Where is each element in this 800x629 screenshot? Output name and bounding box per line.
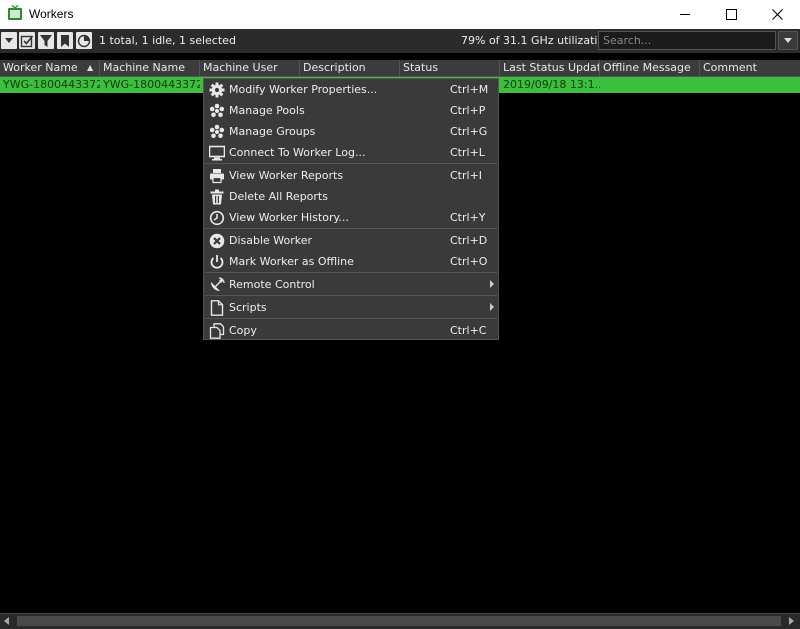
menu-item-view-worker-reports[interactable]: View Worker Reports Ctrl+I [204, 165, 498, 186]
trash-icon [210, 189, 224, 204]
menu-item-delete-all-reports[interactable]: Delete All Reports [204, 186, 498, 207]
horizontal-scrollbar[interactable] [0, 613, 800, 629]
menu-item-copy[interactable]: Copy Ctrl+C [204, 320, 498, 341]
menu-separator [205, 295, 497, 296]
power-icon [210, 254, 224, 269]
search-input[interactable] [599, 32, 775, 49]
column-header-last-status-update[interactable]: Last Status Update [500, 60, 600, 76]
column-header-comment[interactable]: Comment [700, 60, 800, 76]
pools-icon [209, 103, 225, 117]
select-button[interactable] [19, 32, 35, 49]
context-menu: Modify Worker Properties... Ctrl+M Manag… [203, 78, 499, 340]
dropdown-icon [5, 38, 13, 43]
minimize-icon [680, 14, 690, 15]
menu-separator [205, 318, 497, 319]
column-header-machine-user[interactable]: Machine User [200, 60, 300, 76]
menu-separator [205, 228, 497, 229]
column-header-status[interactable]: Status [400, 60, 500, 76]
menu-separator [205, 272, 497, 273]
pie-chart-button[interactable] [76, 32, 92, 49]
maximize-icon [725, 9, 737, 20]
pie-chart-icon [77, 34, 91, 47]
menu-item-disable-worker[interactable]: Disable Worker Ctrl+D [204, 230, 498, 251]
tv-icon [8, 5, 22, 20]
scrollbar-thumb[interactable] [17, 616, 781, 626]
satellite-icon [211, 276, 225, 291]
bookmark-button[interactable] [57, 32, 73, 49]
printer-icon [210, 168, 224, 183]
utilization-text: 79% of 31.1 GHz utilization [461, 34, 612, 47]
menu-item-modify-worker-properties[interactable]: Modify Worker Properties... Ctrl+M [204, 79, 498, 100]
menu-item-view-worker-history[interactable]: View Worker History... Ctrl+Y [204, 207, 498, 228]
column-header-worker-name[interactable]: Worker Name ▲ [0, 60, 100, 76]
worker-summary: 1 total, 1 idle, 1 selected [99, 34, 236, 47]
checkbox-icon [20, 35, 34, 47]
minimize-button[interactable] [662, 0, 708, 29]
column-header-machine-name[interactable]: Machine Name [100, 60, 200, 76]
menu-item-scripts[interactable]: Scripts [204, 297, 498, 318]
gear-icon [209, 82, 225, 97]
submenu-arrow-icon [490, 303, 494, 311]
close-icon [771, 9, 783, 20]
filter-button[interactable] [38, 32, 54, 49]
menu-item-remote-control[interactable]: Remote Control [204, 274, 498, 295]
groups-icon [209, 124, 225, 138]
scroll-left-icon[interactable] [4, 617, 9, 625]
table-header: Worker Name ▲ Machine Name Machine User … [0, 60, 800, 77]
menu-item-mark-worker-offline[interactable]: Mark Worker as Offline Ctrl+O [204, 251, 498, 272]
column-header-offline-message[interactable]: Offline Message [600, 60, 700, 76]
search-dropdown-button[interactable] [778, 31, 798, 50]
scroll-right-icon[interactable] [789, 617, 794, 625]
monitor-icon [209, 145, 225, 160]
submenu-arrow-icon [490, 280, 494, 288]
maximize-button[interactable] [708, 0, 754, 29]
close-button[interactable] [754, 0, 800, 29]
window-title: Workers [29, 7, 74, 21]
menu-item-manage-groups[interactable]: Manage Groups Ctrl+G [204, 121, 498, 142]
filter-icon [40, 34, 52, 47]
column-header-description[interactable]: Description [300, 60, 400, 76]
history-icon [209, 210, 225, 225]
cell-machine-name: YWG-1800443372 [103, 78, 200, 91]
close-circle-icon [209, 233, 225, 248]
menu-separator [205, 163, 497, 164]
sort-ascending-icon: ▲ [87, 63, 94, 72]
dropdown-button[interactable] [1, 32, 17, 49]
menu-item-manage-pools[interactable]: Manage Pools Ctrl+P [204, 100, 498, 121]
cell-last-status-update: 2019/09/18 13:1... [503, 78, 600, 91]
menu-item-connect-to-worker-log[interactable]: Connect To Worker Log... Ctrl+L [204, 142, 498, 163]
copy-icon [209, 322, 225, 339]
bookmark-icon [61, 34, 69, 47]
document-icon [210, 299, 224, 316]
title-bar: Workers [0, 0, 800, 29]
search-box[interactable] [598, 31, 776, 50]
chevron-down-icon [784, 38, 792, 43]
cell-worker-name: YWG-1800443372 [3, 78, 100, 91]
